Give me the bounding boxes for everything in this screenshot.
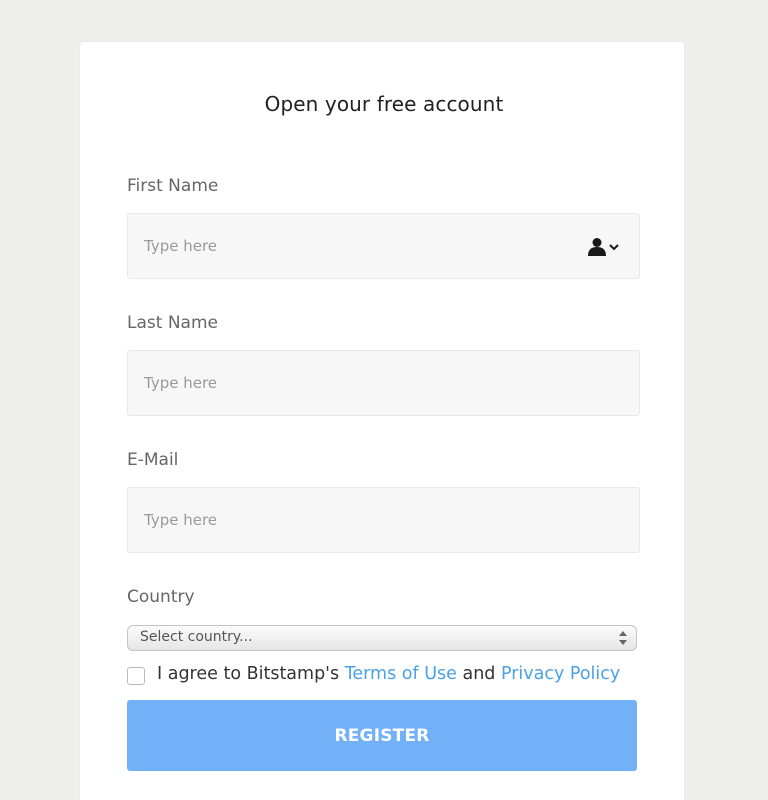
contact-autofill-icon[interactable] [587,237,621,257]
last-name-field[interactable] [127,350,640,416]
page-title: Open your free account [264,92,504,116]
select-arrows-icon [619,630,627,646]
last-name-label: Last Name [127,313,218,333]
agreement-middle: and [456,664,501,684]
register-button[interactable]: REGISTER [127,700,637,771]
country-label: Country [127,587,195,607]
terms-of-use-link[interactable]: Terms of Use [345,664,457,684]
first-name-label: First Name [127,176,219,196]
last-name-input[interactable] [128,351,639,415]
privacy-policy-link[interactable]: Privacy Policy [501,664,620,684]
email-field[interactable] [127,487,640,553]
agree-checkbox[interactable] [127,667,145,685]
agreement-row: I agree to Bitstamp's Terms of Use and P… [127,660,620,688]
email-input[interactable] [128,488,639,552]
first-name-field[interactable] [127,213,640,279]
first-name-input[interactable] [128,214,639,278]
country-select-value: Select country... [140,629,253,645]
country-select[interactable]: Select country... [127,625,637,651]
agreement-text: I agree to Bitstamp's Terms of Use and P… [157,664,620,684]
agreement-prefix: I agree to Bitstamp's [157,664,345,684]
email-label: E-Mail [127,450,179,470]
